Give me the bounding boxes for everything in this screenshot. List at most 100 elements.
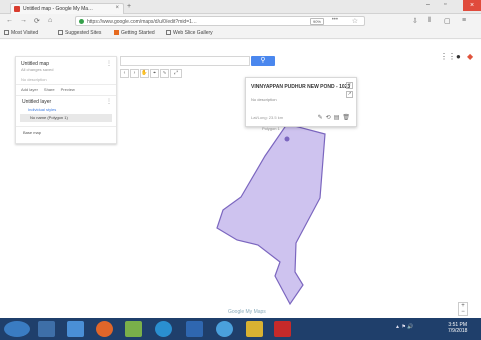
bookmark-most-visited[interactable]: Most Visited (4, 30, 38, 36)
map-toolbar: ‹ › ✋ ⌖ ∿ ⤢ (120, 69, 182, 78)
firefox-taskbar-icon[interactable] (96, 321, 113, 337)
home-icon[interactable]: ⌂ (48, 17, 52, 24)
save-status: All changes saved (21, 67, 54, 72)
tab-close-icon[interactable]: × (115, 5, 119, 11)
zoom-out-icon[interactable]: − (461, 309, 465, 315)
new-tab-icon[interactable]: + (127, 3, 131, 10)
map-search-input[interactable] (120, 56, 250, 66)
undo-button[interactable]: ‹ (120, 69, 129, 78)
layer-style-link[interactable]: Individual styles (28, 107, 56, 112)
page-actions-icon[interactable]: ••• (332, 17, 338, 23)
bookmark-getting-started[interactable]: Getting Started (114, 30, 155, 36)
feature-actions: ✎ ⟲ ▤ 🗑 (318, 114, 350, 121)
back-icon[interactable]: ← (6, 17, 13, 24)
bookmark-label: Web Slice Gallery (173, 30, 213, 36)
bookmarks-bar: Most Visited Suggested Sites Getting Sta… (0, 28, 481, 39)
hand-tool-button[interactable]: ✋ (140, 69, 149, 78)
feature-info-popup: VINNYAPPAN PUDHUR NEW POND - 1023 No des… (245, 77, 357, 127)
feature-title[interactable]: VINNYAPPAN PUDHUR NEW POND - 1023 (251, 84, 350, 90)
page-edge (474, 40, 481, 318)
feature-list-item[interactable]: No name (Polygon 1) (20, 114, 112, 122)
maximize-icon[interactable]: ▫ (444, 1, 446, 8)
internet-explorer-icon[interactable] (67, 321, 84, 337)
bookmark-label: Suggested Sites (65, 30, 102, 36)
map-description[interactable]: No description (21, 77, 47, 82)
tab-title: Untitled map - Google My Ma… (23, 6, 94, 12)
bookmark-star-icon[interactable]: ☆ (352, 17, 358, 25)
base-map-toggle[interactable]: Base map (23, 130, 41, 135)
popup-close-icon[interactable]: × (346, 82, 353, 89)
screen: Untitled map - Google My Ma… × + – ▫ × ←… (0, 0, 481, 340)
url-text[interactable]: https://www.google.com/maps/d/u/0/edit?m… (87, 19, 197, 25)
search-icon: ⚲ (260, 57, 266, 64)
browser-tab[interactable]: Untitled map - Google My Ma… × (10, 3, 124, 14)
feature-description[interactable]: No description (251, 97, 277, 102)
google-my-maps-logo: Google My Maps (228, 309, 266, 315)
map-options-icon[interactable]: ⋮ (106, 60, 112, 67)
folder-icon (4, 30, 9, 35)
address-bar[interactable]: https://www.google.com/maps/d/u/0/edit?m… (75, 16, 365, 26)
measure-button[interactable]: ⤢ (170, 69, 182, 78)
zoom-control[interactable]: + − (458, 302, 468, 316)
divider (16, 95, 116, 96)
map-side-panel: Untitled map All changes saved No descri… (15, 56, 117, 144)
map-canvas[interactable]: ⚲ ‹ › ✋ ⌖ ∿ ⤢ Untitled map All changes s… (0, 40, 481, 322)
divider (16, 84, 116, 85)
bookmark-suggested-sites[interactable]: Suggested Sites (58, 30, 101, 36)
bookmark-label: Most Visited (11, 30, 39, 36)
secure-lock-icon (79, 19, 84, 24)
layer-name[interactable]: Untitled layer (22, 99, 51, 105)
search-button[interactable]: ⚲ (251, 56, 275, 66)
style-icon[interactable]: ⟲ (326, 114, 331, 121)
draw-line-button[interactable]: ∿ (160, 69, 169, 78)
preview-button[interactable]: Preview (61, 87, 75, 92)
folder-icon (166, 30, 171, 35)
redo-button[interactable]: › (130, 69, 139, 78)
window-close-icon[interactable]: × (463, 0, 481, 11)
map-actions: Add layer Share Preview (21, 87, 75, 92)
add-layer-button[interactable]: Add layer (21, 87, 38, 92)
notes-icon[interactable] (246, 321, 263, 337)
polygon-vertex-marker[interactable] (284, 136, 290, 142)
bookmark-web-slice-gallery[interactable]: Web Slice Gallery (166, 30, 213, 36)
apps-grid-icon[interactable]: ⋮⋮ (440, 52, 456, 61)
add-marker-button[interactable]: ⌖ (150, 69, 159, 78)
photo-icon[interactable]: ▤ (334, 114, 340, 121)
sidebar-icon[interactable]: ▢ (444, 17, 451, 25)
file-explorer-icon[interactable] (38, 321, 55, 337)
layer-options-icon[interactable]: ⋮ (106, 98, 112, 105)
acrobat-icon[interactable] (274, 321, 291, 337)
delete-icon[interactable]: 🗑 (342, 114, 350, 121)
notifications-icon[interactable]: ◆ (467, 52, 473, 61)
popup-pin-icon[interactable]: ↗ (346, 91, 353, 98)
start-button-icon[interactable] (4, 321, 30, 337)
edit-icon[interactable]: ✎ (318, 114, 323, 121)
polygon-shape[interactable] (216, 123, 326, 306)
app-icon[interactable] (216, 321, 233, 337)
maps-favicon-icon (14, 6, 20, 12)
zoom-level[interactable]: 90% (310, 18, 324, 25)
divider (16, 126, 116, 127)
chrome-icon[interactable] (155, 321, 172, 337)
account-icon[interactable]: ● (456, 52, 461, 61)
system-tray[interactable]: ▲ ⚑ 🔊 (395, 324, 413, 330)
browser-navbar: ← → ⟳ ⌂ https://www.google.com/maps/d/u/… (0, 14, 481, 28)
library-icon[interactable]: ⫴ (428, 17, 431, 25)
folder-icon (58, 30, 63, 35)
polygon-label: Polygon 1 (262, 126, 280, 131)
share-button[interactable]: Share (44, 87, 55, 92)
clock-date: 7/9/2018 (448, 328, 468, 334)
forward-icon[interactable]: → (20, 17, 27, 24)
browser-titlebar: Untitled map - Google My Ma… × + – ▫ × (0, 0, 481, 14)
downloads-icon[interactable]: ⇩ (412, 17, 418, 25)
feature-measurement: Lat/Long: 23.5 km (251, 115, 284, 120)
word-icon[interactable] (186, 321, 203, 337)
taskbar-clock[interactable]: 3:51 PM 7/9/2018 (448, 322, 467, 334)
firefox-icon (114, 30, 119, 35)
reload-icon[interactable]: ⟳ (34, 17, 40, 25)
bookmark-label: Getting Started (121, 30, 155, 36)
app-menu-icon[interactable]: ≡ (462, 17, 466, 24)
windows-taskbar: ▲ ⚑ 🔊 3:51 PM 7/9/2018 (0, 318, 481, 340)
excel-icon[interactable] (125, 321, 142, 337)
minimize-icon[interactable]: – (426, 1, 430, 8)
